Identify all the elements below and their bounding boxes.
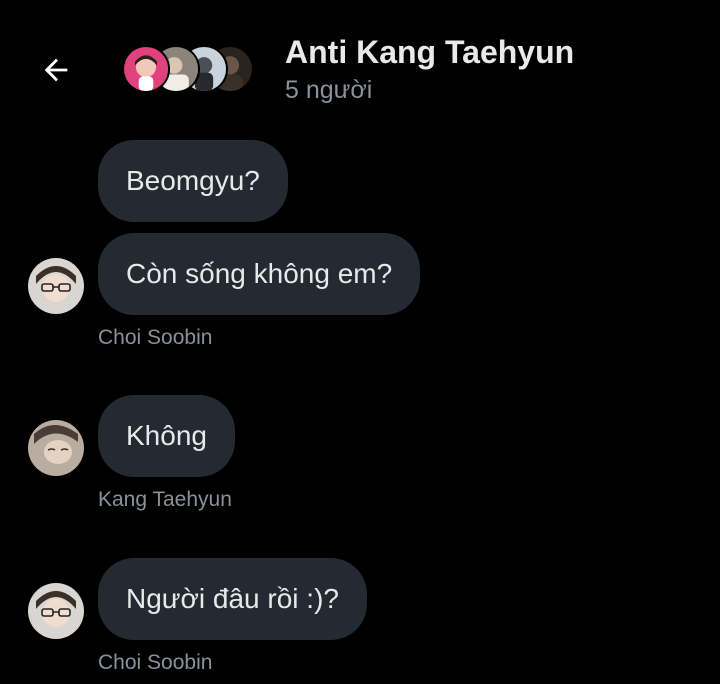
sender-name: Choi Soobin (98, 651, 213, 674)
conversation-header: Anti Kang Taehyun 5 người (0, 0, 720, 130)
sender-name: Kang Taehyun (98, 488, 232, 511)
sender-avatar[interactable] (28, 258, 84, 314)
message-bubble[interactable]: Còn sống không em? (98, 233, 421, 315)
member-avatar (122, 45, 170, 93)
sender-name: Choi Soobin (98, 326, 213, 349)
message-bubble[interactable]: Người đâu rồi :)? (98, 558, 367, 640)
back-button[interactable] (36, 50, 76, 90)
message-bubble[interactable]: Beomgyu? (98, 140, 288, 222)
conversation-title: Anti Kang Taehyun (285, 34, 575, 70)
group-avatar-stack[interactable] (122, 45, 262, 97)
sender-avatar[interactable] (28, 583, 84, 639)
arrow-left-icon (44, 58, 68, 82)
sender-avatar[interactable] (28, 420, 84, 476)
message-bubble[interactable]: Không (98, 395, 235, 477)
member-count: 5 người (285, 76, 373, 104)
